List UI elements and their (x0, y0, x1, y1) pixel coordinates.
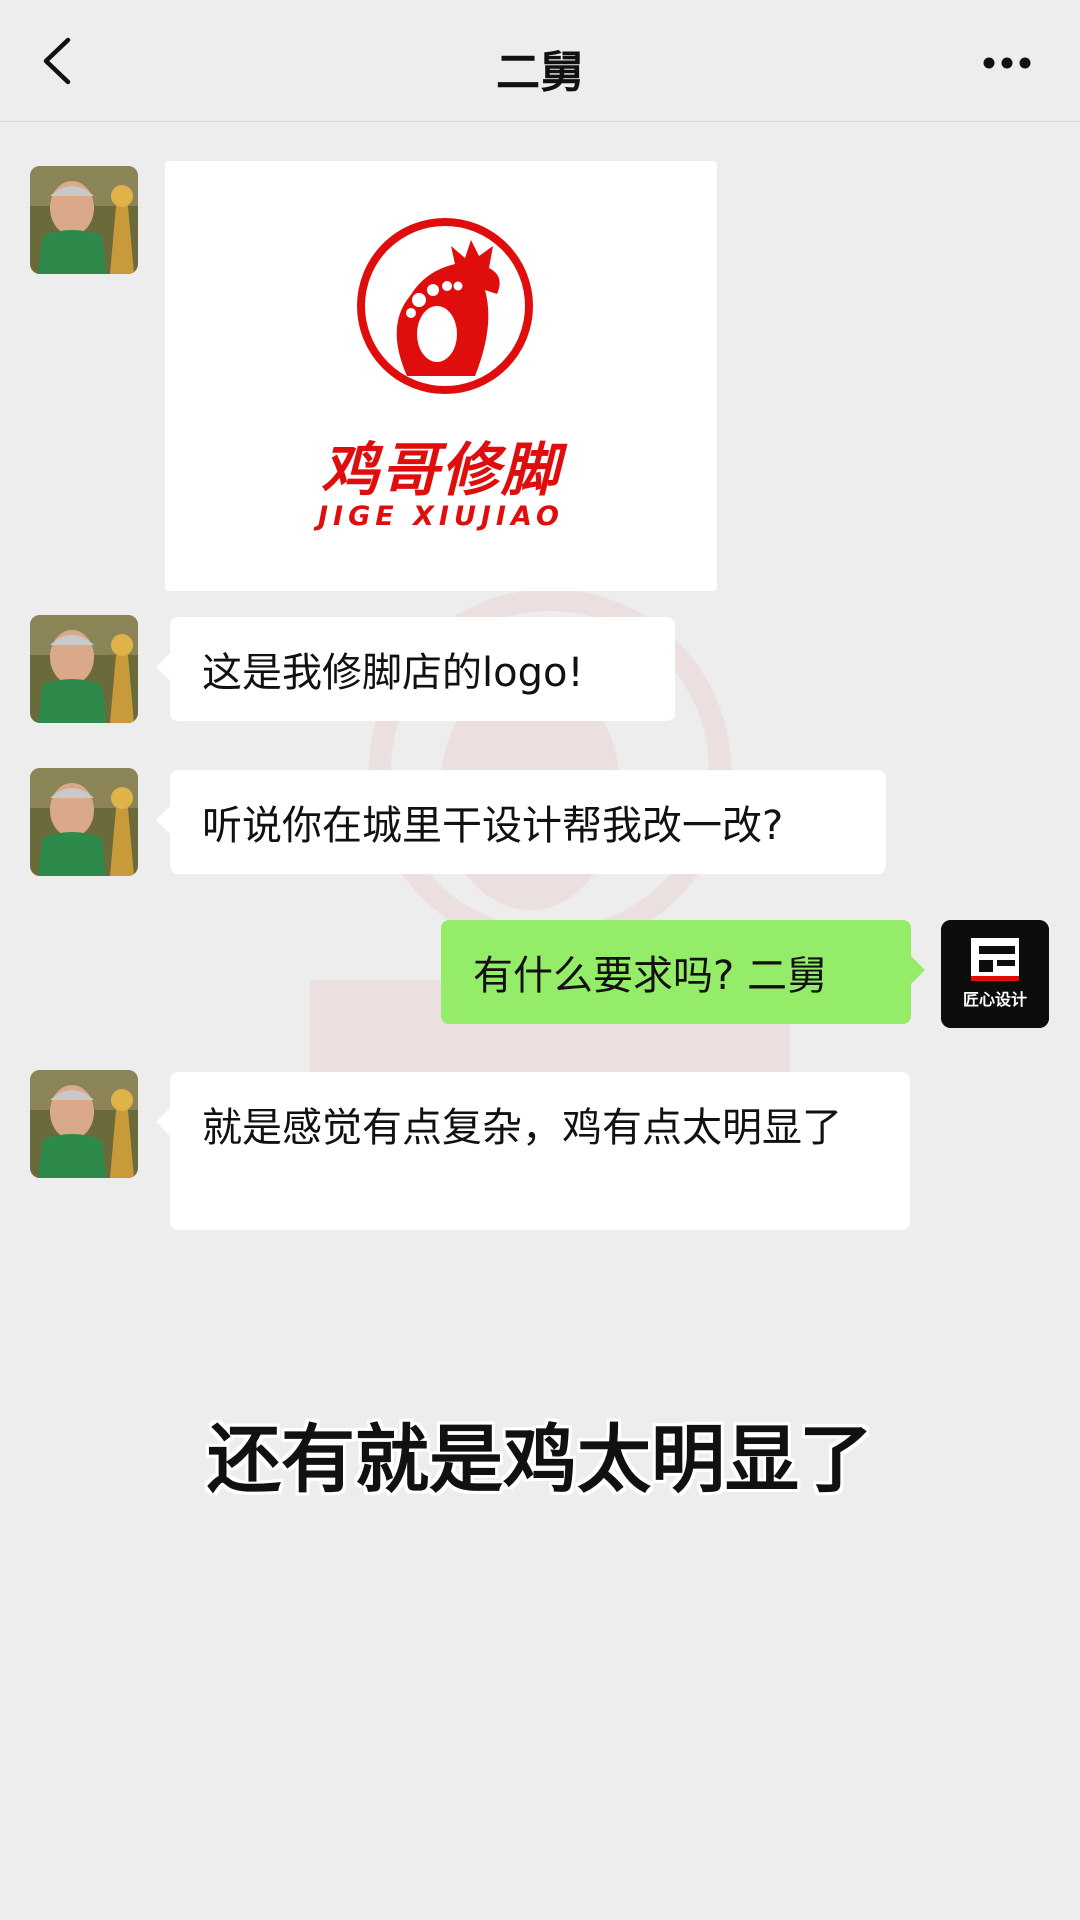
message-text: 有什么要求吗? 二舅 (473, 953, 827, 999)
message-bubble[interactable]: 听说你在城里干设计帮我改一改? (156, 770, 886, 874)
video-caption: 还有就是鸡太明显了 (207, 1417, 873, 1503)
my-avatar-label: 匠心设计 (962, 990, 1027, 1009)
nav-bar: 二舅 (0, 0, 1080, 122)
rooster-foot-logo-icon (357, 218, 533, 394)
message-text: 就是感觉有点复杂，鸡有点太明显了 (202, 1105, 842, 1151)
contact-avatar[interactable] (30, 166, 138, 274)
logo-chinese-text: 鸡哥修脚 (320, 436, 561, 504)
logo-english-text: JIGE XIUJIAO (318, 501, 564, 532)
message-bubble[interactable]: 就是感觉有点复杂，鸡有点太明显了 (156, 1072, 910, 1230)
message-text: 这是我修脚店的logo! (202, 650, 584, 696)
message-text: 听说你在城里干设计帮我改一改? (202, 803, 784, 849)
contact-avatar[interactable] (30, 1070, 138, 1178)
message-bubble[interactable]: 这是我修脚店的logo! (156, 617, 675, 721)
chat-title: 二舅 (496, 47, 584, 98)
design-studio-logo-icon (941, 920, 1049, 1028)
my-message-bubble[interactable]: 有什么要求吗? 二舅 (441, 920, 925, 1024)
image-message[interactable]: 鸡哥修脚 JIGE XIUJIAO (165, 161, 717, 591)
contact-avatar[interactable] (30, 768, 138, 876)
my-avatar[interactable]: 匠心设计 (941, 920, 1049, 1028)
more-options-icon[interactable] (982, 56, 1032, 70)
contact-avatar[interactable] (30, 615, 138, 723)
